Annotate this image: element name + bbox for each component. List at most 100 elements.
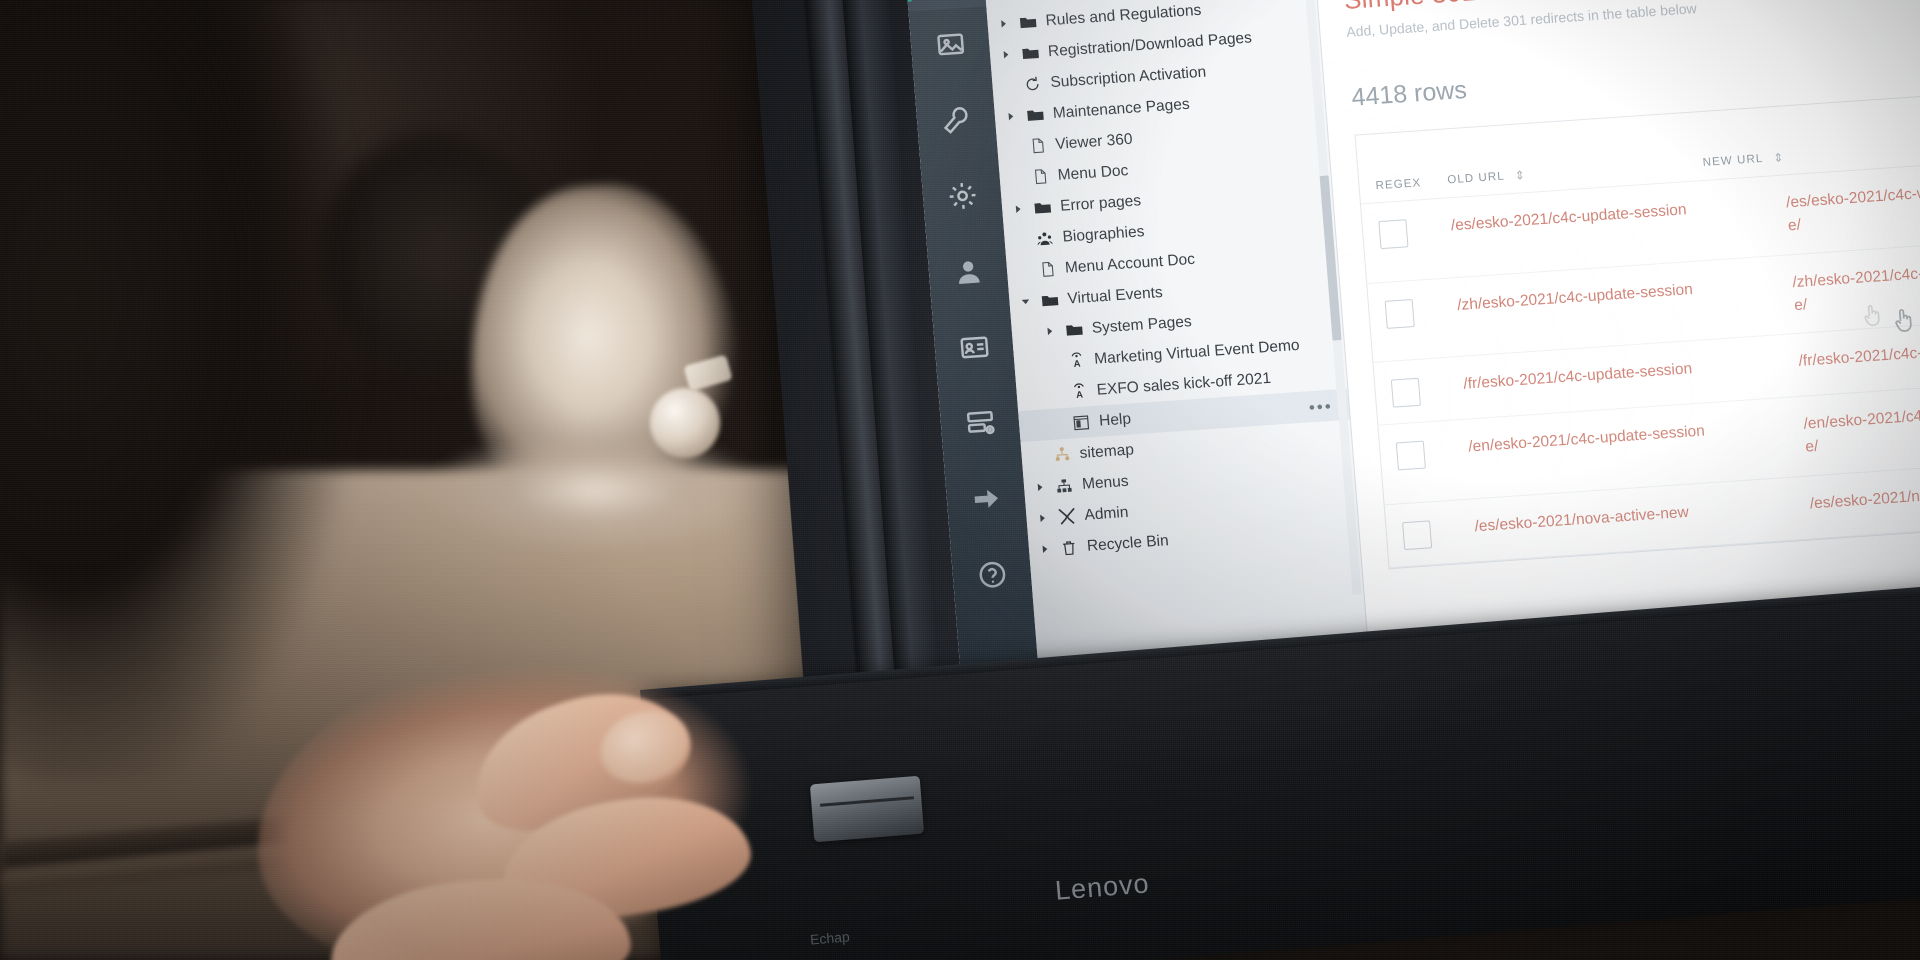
column-header-regex[interactable]: REGEX bbox=[1375, 175, 1448, 192]
tree-item-label: Menus bbox=[1081, 472, 1130, 493]
tree-arrow-spacer bbox=[1003, 85, 1015, 86]
column-header-new-url[interactable]: NEW URL ⇕ bbox=[1702, 139, 1920, 170]
rail-item-user[interactable] bbox=[926, 234, 1010, 315]
tree-item-label: Virtual Events bbox=[1066, 283, 1164, 307]
column-header-new-url-label: NEW URL bbox=[1702, 152, 1764, 169]
new-url-cell: /es/esko-2021/c4c-whats-in-it-for-me/ bbox=[1785, 174, 1920, 237]
sort-icon-old-url[interactable]: ⇕ bbox=[1514, 168, 1526, 183]
old-url-value[interactable]: /es/esko-2021/nova-active-new bbox=[1474, 493, 1797, 538]
tree-item-label: Biographies bbox=[1061, 222, 1145, 246]
tree-arrow-spacer bbox=[1032, 456, 1044, 457]
regex-checkbox[interactable] bbox=[1402, 519, 1433, 550]
regex-checkbox[interactable] bbox=[1390, 377, 1421, 408]
new-url-value[interactable]: /en/esko-2021/c4c-whats-in-it-for-me/ bbox=[1803, 396, 1920, 459]
tree-arrow-spacer bbox=[1051, 424, 1063, 425]
tree-arrow-spacer bbox=[1017, 271, 1029, 272]
cursor-ghost bbox=[1859, 301, 1885, 329]
gear-icon bbox=[945, 179, 979, 217]
folder-icon bbox=[1016, 12, 1039, 32]
new-url-value[interactable]: /es/esko-2021/nova bbox=[1809, 475, 1920, 515]
tree-item-context-menu-button[interactable]: ••• bbox=[1308, 397, 1333, 419]
refresh-icon bbox=[1021, 74, 1044, 93]
user-icon bbox=[951, 255, 985, 293]
tree-item-label: Help bbox=[1098, 409, 1132, 430]
regex-checkbox[interactable] bbox=[1384, 298, 1415, 329]
old-url-value[interactable]: /es/esko-2021/c4c-update-session bbox=[1450, 192, 1773, 237]
sort-icon-new-url[interactable]: ⇕ bbox=[1773, 150, 1785, 165]
old-url-cell: /zh/esko-2021/c4c-update-session bbox=[1456, 271, 1793, 317]
hand-cursor bbox=[1890, 304, 1918, 336]
rail-item-tools[interactable] bbox=[914, 82, 998, 163]
tree-item-label: Admin bbox=[1083, 503, 1129, 524]
form-icon bbox=[963, 407, 997, 445]
tree-item-label: sitemap bbox=[1078, 440, 1135, 462]
window-icon bbox=[1070, 413, 1093, 432]
arrow-right-icon bbox=[969, 482, 1003, 520]
chevron-right-icon[interactable] bbox=[1044, 326, 1057, 336]
rail-item-media-library[interactable] bbox=[908, 6, 992, 87]
chevron-right-icon[interactable] bbox=[1005, 112, 1018, 122]
regex-cell bbox=[1390, 373, 1465, 408]
chevron-right-icon[interactable] bbox=[1036, 513, 1049, 523]
rail-item-forms[interactable] bbox=[938, 385, 1022, 466]
folder-icon bbox=[1038, 290, 1061, 310]
content-tree[interactable]: PoliciesRules and RegulationsRegistratio… bbox=[983, 0, 1369, 686]
id-card-icon bbox=[957, 331, 991, 369]
page-icon bbox=[1028, 167, 1051, 185]
new-url-value[interactable]: /es/esko-2021/c4c-whats-in-it-for-me/ bbox=[1785, 174, 1920, 237]
chevron-right-icon[interactable] bbox=[1039, 544, 1052, 554]
column-header-old-url-label: OLD URL bbox=[1446, 170, 1506, 187]
broadcast-icon: A bbox=[1065, 350, 1088, 370]
chevron-right-icon[interactable] bbox=[1012, 204, 1025, 214]
chevron-right-icon[interactable] bbox=[997, 19, 1010, 29]
old-url-cell: /es/esko-2021/nova-active-new bbox=[1474, 492, 1811, 538]
page-icon bbox=[1035, 260, 1058, 278]
regex-checkbox[interactable] bbox=[1395, 440, 1426, 471]
tree-item-label: System Pages bbox=[1091, 312, 1193, 337]
people-icon bbox=[1033, 229, 1056, 248]
tree-arrow-spacer bbox=[1049, 393, 1061, 394]
wrench-icon bbox=[939, 104, 973, 142]
laptop-latch bbox=[809, 775, 925, 843]
new-url-cell: /fr/esko-2021/c4c-whats-in-it-for-me/ bbox=[1798, 333, 1920, 373]
old-url-cell: /es/esko-2021/c4c-update-session bbox=[1450, 191, 1787, 237]
old-url-value[interactable]: /zh/esko-2021/c4c-update-session bbox=[1456, 272, 1779, 317]
cms-application: SITECORE bbox=[900, 0, 1920, 692]
regex-cell bbox=[1378, 214, 1452, 250]
svg-text:A: A bbox=[1073, 359, 1081, 370]
folder-icon bbox=[1018, 43, 1041, 63]
regex-checkbox[interactable] bbox=[1378, 219, 1409, 250]
chevron-right-icon[interactable] bbox=[1034, 482, 1047, 492]
old-url-value[interactable]: /fr/esko-2021/c4c-update-session bbox=[1463, 351, 1786, 396]
folder-icon bbox=[1023, 105, 1046, 125]
regex-cell bbox=[1395, 436, 1470, 471]
new-url-cell: /en/esko-2021/c4c-whats-in-it-for-me/ bbox=[1803, 396, 1920, 459]
tree-arrow-spacer bbox=[1015, 240, 1027, 241]
photo-scene: SITECORE bbox=[0, 0, 1920, 960]
keyboard-key-echap: Echap bbox=[809, 928, 851, 948]
redirect-manager-panel: Simple 301 - Redirect Manager Add, Updat… bbox=[1315, 0, 1920, 664]
tree-arrow-spacer bbox=[1046, 362, 1058, 363]
chevron-right-icon[interactable] bbox=[1000, 50, 1013, 60]
new-url-value[interactable]: /fr/esko-2021/c4c-whats-in-it-for-me/ bbox=[1798, 333, 1920, 373]
tree-item-label: Maintenance Pages bbox=[1052, 95, 1191, 122]
rail-item-help[interactable] bbox=[950, 537, 1034, 618]
svg-text:A: A bbox=[1075, 390, 1083, 401]
regex-cell bbox=[1384, 294, 1458, 329]
folder-icon bbox=[1014, 0, 1037, 1]
tree-item-label: Error pages bbox=[1059, 191, 1142, 215]
content-tree-panel: Type to search... PoliciesRules and Regu… bbox=[977, 0, 1371, 687]
tree-item-label: Subscription Activation bbox=[1049, 63, 1207, 91]
tools-icon bbox=[1055, 506, 1078, 526]
old-url-value[interactable]: /en/esko-2021/c4c-update-session bbox=[1467, 414, 1790, 459]
tree-arrow-spacer bbox=[1007, 147, 1019, 148]
rail-item-settings[interactable] bbox=[920, 158, 1004, 239]
chevron-down-icon[interactable] bbox=[1019, 297, 1032, 307]
tree-item-label: Menu Account Doc bbox=[1064, 250, 1196, 277]
trash-icon bbox=[1057, 538, 1080, 557]
rail-item-publish[interactable] bbox=[944, 461, 1028, 542]
tree-item-label: Menu Doc bbox=[1057, 161, 1129, 184]
rail-item-contact-card[interactable] bbox=[932, 309, 1016, 390]
old-url-cell: /fr/esko-2021/c4c-update-session bbox=[1463, 350, 1800, 396]
new-url-cell: /es/esko-2021/nova bbox=[1809, 475, 1920, 515]
